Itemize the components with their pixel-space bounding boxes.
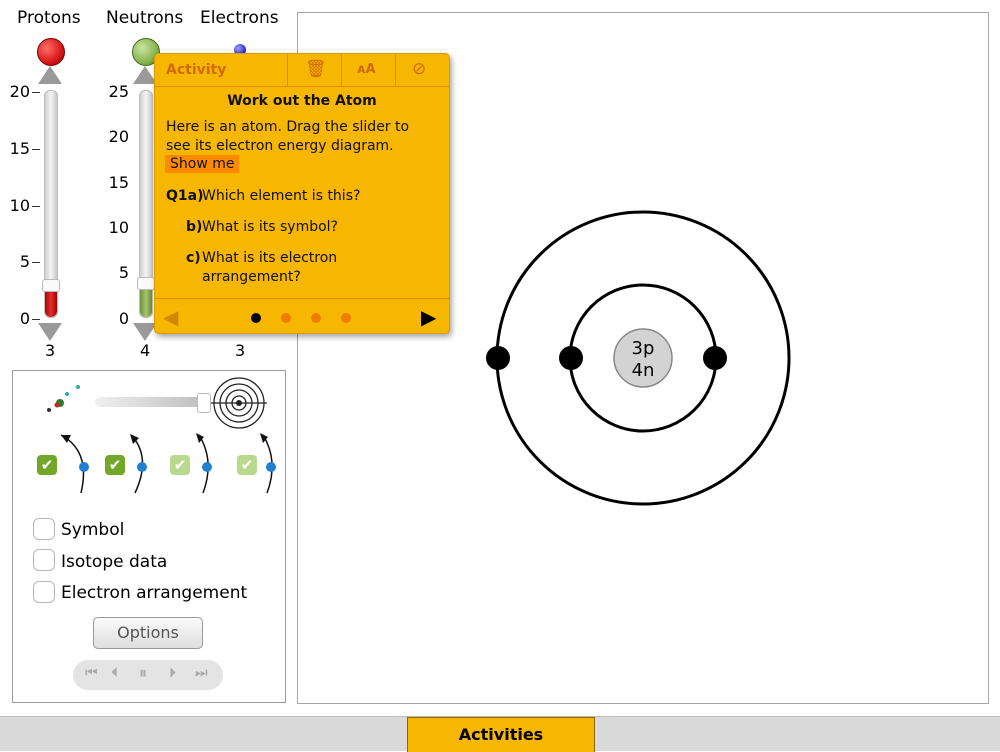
neutrons-tick-10: 10	[108, 218, 129, 237]
protons-slider[interactable]	[42, 90, 60, 318]
protons-tick-20: 20	[9, 82, 30, 101]
popup-title: Activity	[166, 62, 227, 78]
next-page-icon[interactable]: ▶	[421, 305, 436, 329]
page-dot-2[interactable]	[281, 313, 291, 323]
protons-title: Protons	[17, 8, 81, 28]
orbit-arrow-icon	[260, 433, 276, 494]
header-divider	[341, 54, 342, 86]
protons-tick-mark	[32, 149, 40, 150]
isotope-data-label: Isotope data	[61, 552, 168, 572]
orbit-toggle-2-checkbox[interactable]: ✔	[105, 455, 125, 475]
protons-tick-0: 0	[19, 309, 30, 328]
activity-intro-line1: Here is an atom. Drag the slider to	[166, 119, 410, 135]
question-1c-line2: arrangement?	[202, 269, 301, 285]
zoom-slider[interactable]	[95, 397, 207, 407]
activity-intro-line2: see its electron energy diagram.	[166, 138, 394, 154]
protons-tick-15: 15	[9, 139, 30, 158]
header-divider	[395, 54, 396, 86]
electron-arrangement-checkbox[interactable]	[33, 581, 55, 603]
skip-start-icon[interactable]: ⏮	[85, 665, 98, 681]
control-panel: ✔ ✔ ✔ ✔ Symbol Isotope data Electron arr…	[12, 370, 286, 703]
activity-heading: Work out the Atom	[227, 93, 377, 109]
question-1b-text: What is its symbol?	[202, 219, 338, 235]
nucleus-neutron-count: 4n	[631, 360, 655, 381]
previous-page-icon[interactable]: ◀	[163, 305, 178, 329]
neutrons-slider-knob[interactable]	[137, 277, 155, 290]
step-forward-icon[interactable]: ⏵	[169, 665, 176, 681]
protons-tick-mark	[32, 92, 40, 93]
protons-tick-mark	[32, 319, 40, 320]
protons-decrease-button[interactable]	[38, 323, 62, 341]
protons-tick-mark	[32, 206, 40, 207]
show-me-button[interactable]: Show me	[165, 155, 240, 173]
activity-popup[interactable]: Activity 🗑 ᴀA ⊘ Work out the Atom Here i…	[154, 53, 450, 334]
protons-slider-knob[interactable]	[42, 279, 60, 292]
activities-tab[interactable]: Activities	[407, 717, 595, 752]
electrons-title: Electrons	[200, 8, 279, 28]
step-back-icon[interactable]: ⏴	[111, 665, 118, 681]
page-dot-3[interactable]	[311, 313, 321, 323]
orbit-toggle-4-checkbox[interactable]: ✔	[237, 455, 257, 475]
question-1b-label: b)	[186, 219, 203, 235]
electrons-count: 3	[235, 341, 246, 360]
skip-end-icon[interactable]: ⏭	[195, 665, 208, 681]
small-atom-icon	[47, 385, 80, 412]
protons-tick-5: 5	[19, 252, 30, 271]
question-1a-label: Q1a)	[166, 188, 204, 204]
orbit-arrow-icon	[60, 434, 89, 494]
nucleus-proton-count: 3p	[631, 338, 655, 359]
protons-count: 3	[45, 341, 56, 360]
protons-tick-mark	[32, 262, 40, 263]
orbit-toggle-3-checkbox[interactable]: ✔	[170, 455, 190, 475]
symbol-label: Symbol	[61, 520, 125, 540]
popup-footer-divider	[155, 298, 449, 299]
neutrons-tick-15: 15	[108, 173, 129, 192]
minimize-icon[interactable]: ⊘	[412, 59, 426, 79]
neutrons-count: 4	[140, 341, 151, 360]
electron-arrangement-label: Electron arrangement	[61, 583, 248, 603]
neutrons-slider[interactable]	[137, 90, 155, 318]
header-divider	[287, 54, 288, 86]
neutrons-tick-20: 20	[108, 127, 129, 146]
neutrons-title: Neutrons	[106, 8, 184, 28]
proton-icon[interactable]	[37, 38, 65, 66]
orbit-arrow-icon	[196, 433, 212, 494]
zoom-slider-knob[interactable]	[197, 393, 211, 413]
page-dot-4[interactable]	[341, 313, 351, 323]
energy-diagram-icon	[211, 377, 267, 429]
text-size-icon[interactable]: ᴀA	[357, 62, 376, 77]
protons-increase-button[interactable]	[38, 66, 62, 84]
symbol-checkbox[interactable]	[33, 518, 55, 540]
question-1c-label: c)	[186, 250, 201, 266]
neutrons-tick-25: 25	[108, 82, 129, 101]
page-dot-1[interactable]	[251, 313, 261, 323]
electron	[559, 346, 583, 370]
options-button[interactable]: Options	[93, 617, 203, 649]
bottom-bar: Activities	[0, 716, 1000, 752]
question-1a-text: Which element is this?	[202, 188, 361, 204]
question-1c-line1: What is its electron	[202, 250, 338, 266]
isotope-data-checkbox[interactable]	[33, 549, 55, 571]
protons-tick-10: 10	[9, 196, 30, 215]
popup-header[interactable]: Activity 🗑 ᴀA ⊘	[155, 54, 449, 87]
trash-icon[interactable]: 🗑	[305, 59, 327, 79]
playback-controls: ⏮ ⏴ ⏸ ⏵ ⏭	[73, 660, 223, 690]
electron	[703, 346, 727, 370]
orbit-arrow-icon	[130, 434, 147, 494]
neutrons-tick-5: 5	[118, 263, 129, 282]
orbit-toggle-1-checkbox[interactable]: ✔	[37, 455, 57, 475]
electron	[486, 346, 510, 370]
neutrons-tick-0: 0	[118, 309, 129, 328]
pause-icon[interactable]: ⏸	[139, 663, 147, 683]
